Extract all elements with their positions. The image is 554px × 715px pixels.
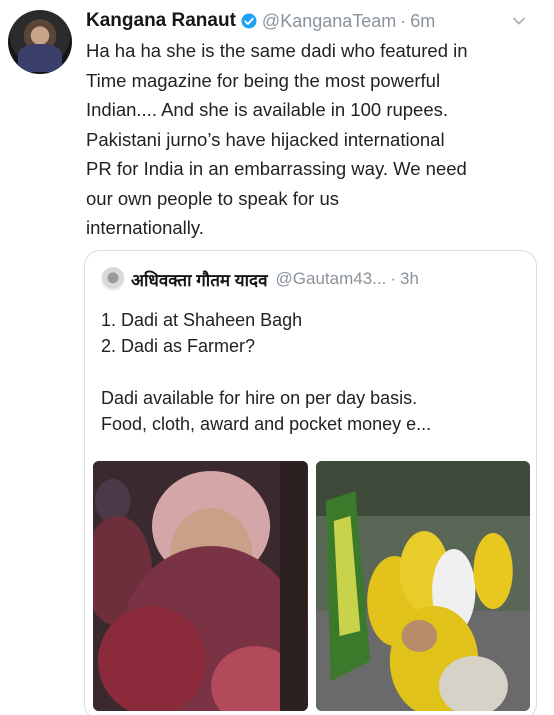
photo-1-illustration [93,461,308,711]
photo-elderly-woman[interactable] [93,461,308,711]
tweet-text-line: Ha ha ha she is the same dadi who featur… [86,40,468,61]
tweet-text-line: our own people to speak for us [86,187,339,209]
quoted-author-avatar [101,267,125,291]
author-name[interactable]: Kangana Ranaut [86,10,236,32]
chevron-down-icon[interactable] [512,14,526,28]
tweet-time[interactable]: 6m [410,11,435,32]
quoted-media [93,461,530,711]
quoted-author-name: अधिवक्ता गौतम यादव [131,270,268,290]
tweet-text-line: Time magazine for being the most powerfu… [86,69,441,91]
author-handle[interactable]: @KanganaTeam [262,11,396,32]
quoted-text-line: Food, cloth, award and pocket money e... [101,414,432,434]
quoted-text-line: 2. Dadi as Farmer? [101,336,256,356]
separator-dot: · [390,269,397,288]
tweet-text-line: PR for India in an embarrassing way. We … [86,158,467,179]
tweet-header: Kangana Ranaut @KanganaTeam · 6m [86,8,435,34]
quoted-text-line: 1. Dadi at Shaheen Bagh [101,310,303,330]
photo-2-illustration [315,461,530,711]
separator-dot: · [400,10,407,31]
quoted-tweet-time: 3h [400,269,419,288]
quoted-text-line: Dadi available for hire on per day basis… [101,388,418,408]
tweet-text-line: internationally. [86,217,204,238]
quoted-author-handle: @Gautam43... [275,269,387,288]
quoted-tweet[interactable]: अधिवक्ता गौतम यादव @Gautam43... · 3h 1. … [84,250,537,715]
quoted-tweet-text: 1. Dadi at Shaheen Bagh 2. Dadi as Farme… [101,307,526,437]
verified-badge-icon [241,13,257,29]
tweet-text-line: Indian.... And she is available in 100 r… [86,99,449,120]
tweet-text-line: Pakistani jurno’s have hijacked internat… [86,128,445,150]
tweet-text: Ha ha ha she is the same dadi who featur… [86,36,546,243]
author-avatar[interactable] [8,10,72,74]
quoted-tweet-header: अधिवक्ता गौतम यादव @Gautam43... · 3h [101,267,419,291]
photo-farmers-march[interactable] [315,461,530,711]
